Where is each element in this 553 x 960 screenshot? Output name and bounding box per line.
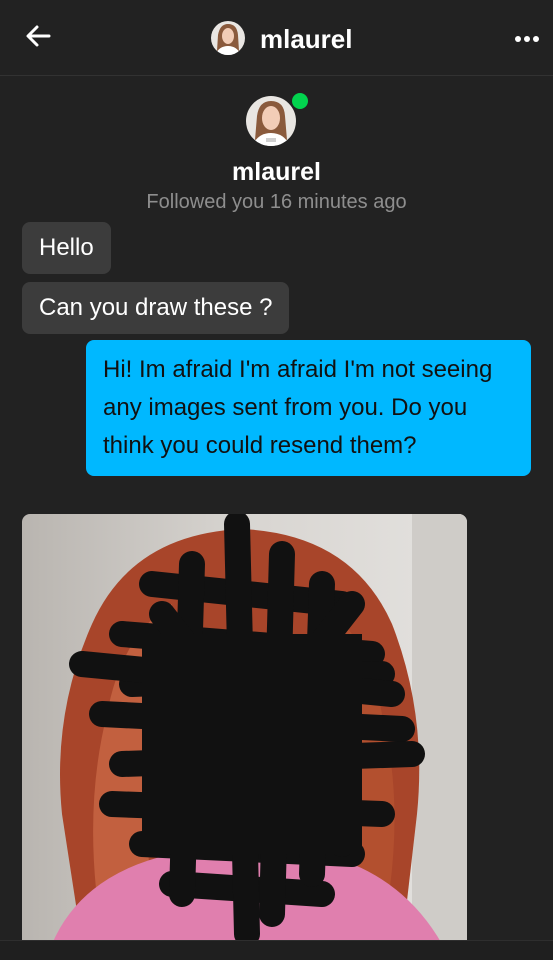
chat-header: mlaurel — [0, 0, 553, 76]
chat-screen: mlaurel mlaurel Followed you 16 minutes … — [0, 0, 553, 960]
more-options-button[interactable] — [510, 24, 544, 54]
message-bubble-outgoing[interactable]: Hi! Im afraid I'm afraid I'm not seeing … — [86, 340, 531, 476]
arrow-left-icon — [24, 22, 52, 55]
more-dots-icon — [514, 30, 540, 48]
profile-avatar[interactable] — [246, 96, 296, 146]
profile-username[interactable]: mlaurel — [0, 158, 553, 187]
message-bubble-incoming[interactable]: Hello — [22, 222, 111, 274]
header-username[interactable]: mlaurel — [260, 24, 353, 54]
profile-avatar-container[interactable] — [246, 93, 308, 148]
message-bubble-incoming[interactable]: Can you draw these ? — [22, 282, 290, 334]
online-status-dot — [292, 93, 308, 109]
back-button[interactable] — [20, 20, 56, 56]
header-avatar[interactable] — [211, 21, 245, 55]
message-image[interactable] — [22, 514, 467, 944]
message-input-bar[interactable] — [0, 940, 553, 960]
follow-status-text: Followed you 16 minutes ago — [146, 191, 407, 213]
